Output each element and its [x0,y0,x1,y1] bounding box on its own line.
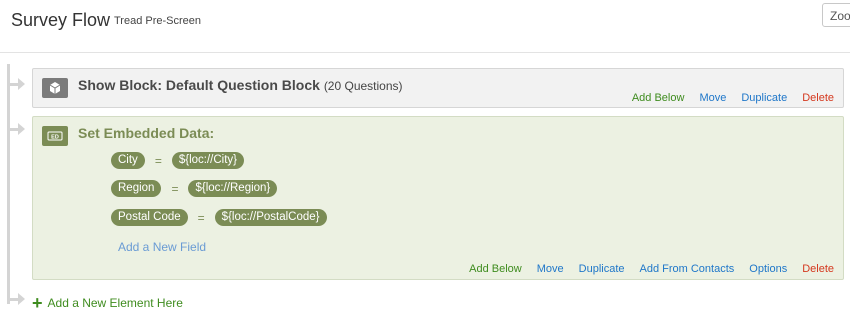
options-button[interactable]: Options [749,263,787,275]
zoom-button[interactable]: Zoom [822,3,850,27]
embedded-block-title: Set Embedded Data: [78,125,215,141]
duplicate-button[interactable]: Duplicate [741,92,787,104]
duplicate-button[interactable]: Duplicate [579,263,625,275]
field-operator: = [154,153,162,168]
add-new-element-label: Add a New Element Here [47,296,183,310]
delete-button[interactable]: Delete [802,263,834,275]
flow-connector-arrow [10,78,25,90]
field-operator: = [171,181,179,196]
move-button[interactable]: Move [699,92,726,104]
embedded-data-icon: ED [42,126,68,146]
field-value[interactable]: ${loc://Region} [188,180,278,197]
plus-icon: + [32,293,43,313]
field-name[interactable]: Region [111,180,162,197]
cube-icon [42,78,68,98]
move-button[interactable]: Move [537,263,564,275]
embedded-field-row[interactable]: Region = ${loc://Region} [111,180,278,197]
add-from-contacts-button[interactable]: Add From Contacts [640,263,735,275]
field-value[interactable]: ${loc://PostalCode} [214,209,327,226]
show-block-name: Show Block: Default Question Block [78,77,320,93]
show-block-title: Show Block: Default Question Block (20 Q… [78,77,403,93]
field-name[interactable]: Postal Code [111,209,188,226]
field-name[interactable]: City [111,152,145,169]
embedded-data-block[interactable]: ED Set Embedded Data: City = ${loc://Cit… [32,116,844,280]
flow-connector-arrow [10,293,25,305]
embedded-field-row[interactable]: Postal Code = ${loc://PostalCode} [111,209,327,226]
header: Survey Flow Tread Pre-Screen Zoom [0,0,850,53]
add-new-element-button[interactable]: + Add a New Element Here [32,293,183,313]
embedded-data-icon-label: ED [51,134,59,140]
page-title: Survey Flow [11,10,111,30]
show-block[interactable]: Show Block: Default Question Block (20 Q… [32,68,844,108]
add-new-field-link[interactable]: Add a New Field [118,240,206,254]
field-operator: = [197,210,205,225]
add-below-button[interactable]: Add Below [632,92,685,104]
question-count: (20 Questions) [323,79,403,93]
delete-button[interactable]: Delete [802,92,834,104]
field-value[interactable]: ${loc://City} [171,152,244,169]
embedded-field-row[interactable]: City = ${loc://City} [111,152,244,169]
show-block-actions: Add Below Move Duplicate Delete [632,92,834,104]
flow-connector-arrow [10,123,25,135]
embedded-block-actions: Add Below Move Duplicate Add From Contac… [469,263,834,275]
survey-name: Tread Pre-Screen [114,15,202,27]
flow-line [7,64,10,304]
add-below-button[interactable]: Add Below [469,263,522,275]
